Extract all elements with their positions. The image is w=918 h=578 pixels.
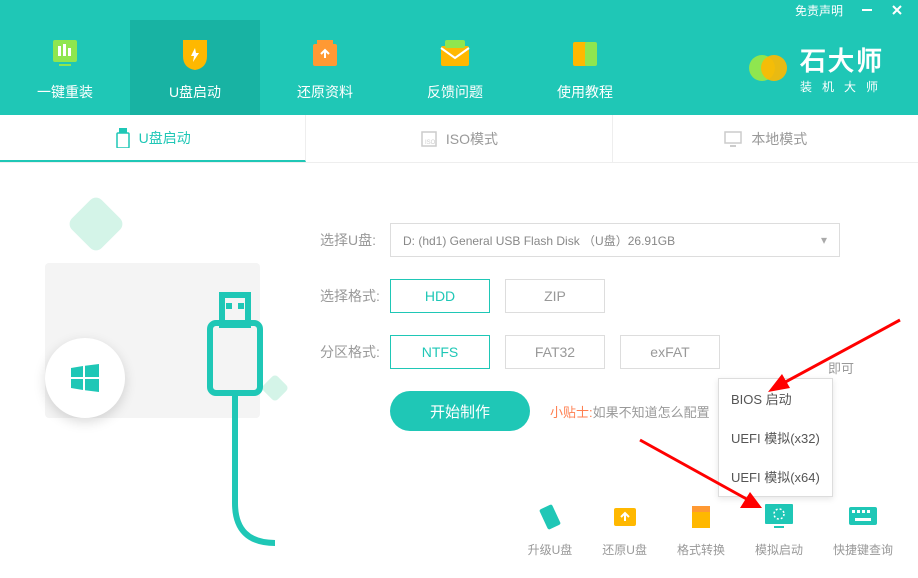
partition-option-exfat[interactable]: exFAT — [620, 335, 720, 369]
disclaimer-link[interactable]: 免责声明 — [795, 2, 843, 19]
gear-decoration — [66, 194, 125, 253]
tab-label: 本地模式 — [751, 129, 807, 149]
tab-local[interactable]: 本地模式 — [613, 115, 918, 162]
popup-bios-boot[interactable]: BIOS 启动 — [719, 379, 832, 418]
iso-icon: ISO — [420, 130, 438, 148]
reinstall-icon — [45, 34, 85, 74]
partition-option-ntfs[interactable]: NTFS — [390, 335, 490, 369]
tab-label: ISO模式 — [446, 129, 498, 149]
usb-shield-icon — [175, 34, 215, 74]
simulate-boot-icon — [761, 499, 797, 535]
brand-title: 石大师 — [800, 41, 888, 78]
format-option-hdd[interactable]: HDD — [390, 279, 490, 313]
usb-select-label: 选择U盘: — [320, 230, 390, 250]
local-icon — [723, 130, 743, 148]
tool-format-convert[interactable]: 格式转换 — [677, 499, 725, 558]
restore-usb-icon — [607, 499, 643, 535]
brand-logo: 石大师 装机大师 — [746, 20, 918, 115]
tutorial-icon — [565, 34, 605, 74]
bottom-tools: 升级U盘 还原U盘 格式转换 模拟启动 快捷键查询 — [528, 499, 893, 558]
tool-label: 模拟启动 — [755, 541, 803, 558]
chevron-down-icon: ▾ — [821, 233, 827, 247]
partition-label: 分区格式: — [320, 342, 390, 362]
nav-tutorial[interactable]: 使用教程 — [520, 20, 650, 115]
nav-label: 反馈问题 — [427, 82, 483, 102]
title-bar: 免责声明 — [0, 0, 918, 20]
nav-usb-boot[interactable]: U盘启动 — [130, 20, 260, 115]
boot-mode-popup: BIOS 启动 UEFI 模拟(x32) UEFI 模拟(x64) — [718, 378, 833, 497]
svg-text:ISO: ISO — [425, 140, 436, 146]
tool-hotkey-query[interactable]: 快捷键查询 — [833, 499, 893, 558]
upgrade-usb-icon — [532, 499, 568, 535]
close-button[interactable] — [891, 4, 903, 16]
main-nav: 一键重装 U盘启动 还原资料 反馈问题 使用教程 石大师 装机大师 — [0, 20, 918, 115]
nav-label: U盘启动 — [169, 82, 221, 102]
partition-option-fat32[interactable]: FAT32 — [505, 335, 605, 369]
hotkey-icon — [845, 499, 881, 535]
hint-label: 小贴士: — [550, 405, 593, 420]
nav-restore[interactable]: 还原资料 — [260, 20, 390, 115]
nav-reinstall[interactable]: 一键重装 — [0, 20, 130, 115]
popup-uefi-x32[interactable]: UEFI 模拟(x32) — [719, 418, 832, 457]
brand-subtitle: 装机大师 — [800, 78, 888, 95]
hint: 小贴士:如果不知道怎么配置 — [550, 402, 710, 421]
tool-upgrade-usb[interactable]: 升级U盘 — [528, 499, 573, 558]
tool-label: 还原U盘 — [602, 541, 647, 558]
start-button[interactable]: 开始制作 — [390, 391, 530, 431]
tab-iso[interactable]: ISO ISO模式 — [306, 115, 612, 162]
usb-icon — [115, 128, 131, 148]
tab-label: U盘启动 — [139, 128, 191, 148]
brand-icon — [746, 46, 790, 90]
mode-tabs: U盘启动 ISO ISO模式 本地模式 — [0, 115, 918, 163]
popup-uefi-x64[interactable]: UEFI 模拟(x64) — [719, 457, 832, 496]
tool-simulate-boot[interactable]: 模拟启动 — [755, 499, 803, 558]
format-convert-icon — [683, 499, 719, 535]
restore-icon — [305, 34, 345, 74]
tool-label: 升级U盘 — [528, 541, 573, 558]
tool-restore-usb[interactable]: 还原U盘 — [602, 499, 647, 558]
tool-label: 快捷键查询 — [833, 541, 893, 558]
usb-select-dropdown[interactable]: D: (hd1) General USB Flash Disk （U盘）26.9… — [390, 223, 840, 257]
windows-icon — [67, 360, 103, 396]
nav-feedback[interactable]: 反馈问题 — [390, 20, 520, 115]
nav-label: 一键重装 — [37, 82, 93, 102]
usb-select-value: D: (hd1) General USB Flash Disk （U盘）26.9… — [403, 232, 675, 249]
nav-label: 还原资料 — [297, 82, 353, 102]
tab-usb-boot[interactable]: U盘启动 — [0, 115, 306, 162]
feedback-icon — [435, 34, 475, 74]
format-option-zip[interactable]: ZIP — [505, 279, 605, 313]
hint-suffix: 即可 — [828, 358, 854, 377]
format-label: 选择格式: — [320, 286, 390, 306]
minimize-button[interactable] — [861, 4, 873, 16]
illustration — [0, 163, 300, 578]
main-content: 选择U盘: D: (hd1) General USB Flash Disk （U… — [0, 163, 918, 578]
nav-label: 使用教程 — [557, 82, 613, 102]
usb-cable-icon — [170, 223, 290, 553]
hint-text: 如果不知道怎么配置 — [593, 405, 710, 420]
tool-label: 格式转换 — [677, 541, 725, 558]
windows-badge — [45, 338, 125, 418]
